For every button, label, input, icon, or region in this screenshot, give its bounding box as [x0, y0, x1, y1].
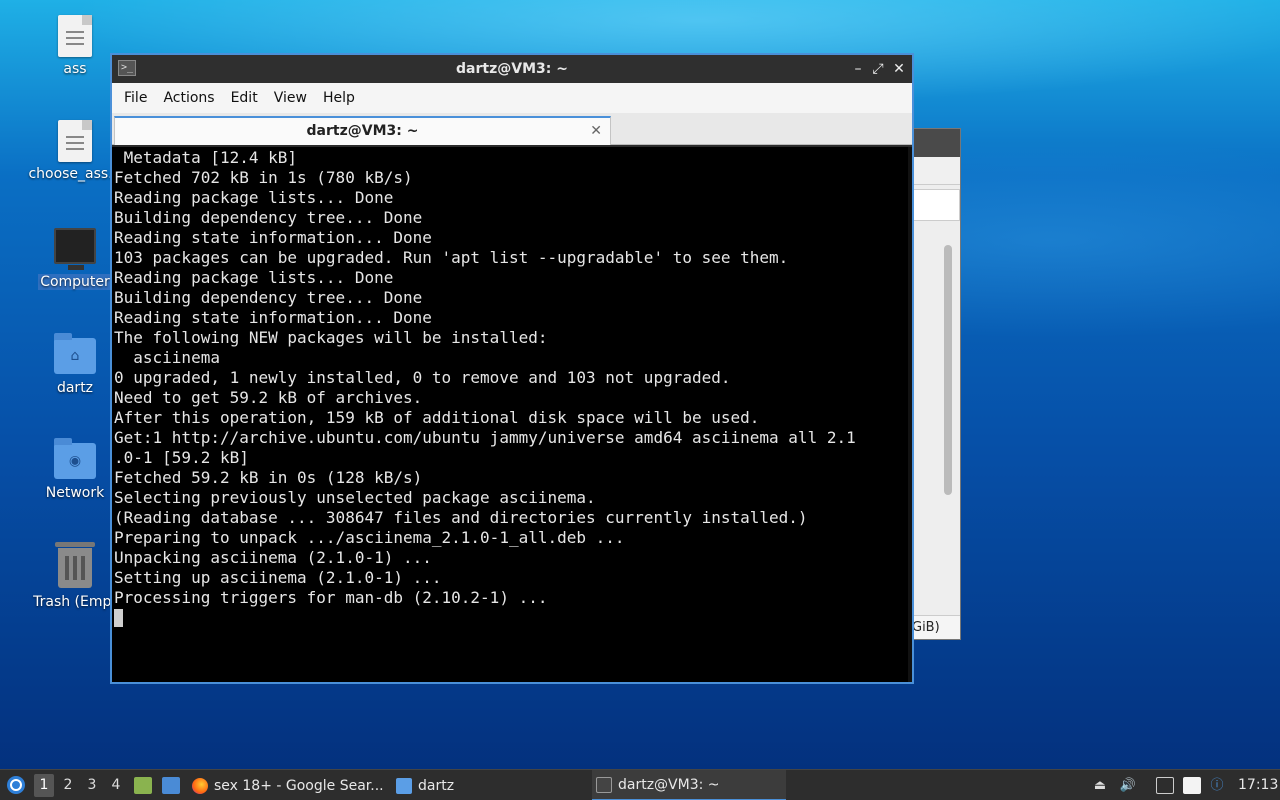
task-label: dartz — [418, 777, 455, 794]
desktop-icon-label: Trash (Empt — [33, 594, 117, 610]
eject-icon[interactable]: ⏏ — [1091, 777, 1109, 794]
window-titlebar[interactable]: >_ dartz@VM3: ~ – ⤢ ✕ — [112, 55, 912, 83]
terminal-line: Unpacking asciinema (2.1.0-1) ... — [114, 548, 432, 567]
desktop-icon-label: Network — [45, 485, 105, 501]
tab-close-icon[interactable]: ✕ — [590, 118, 602, 144]
terminal-line: Selecting previously unselected package … — [114, 488, 596, 507]
task-label: dartz@VM3: ~ — [618, 776, 720, 793]
terminal-line: Preparing to unpack .../asciinema_2.1.0-… — [114, 528, 625, 547]
tab-label: dartz@VM3: ~ — [306, 123, 419, 139]
network-icon[interactable] — [1156, 777, 1174, 794]
menu-bar: File Actions Edit View Help — [112, 83, 912, 113]
tab-terminal[interactable]: dartz@VM3: ~ ✕ — [114, 116, 611, 145]
desktop-icon-label: Computer — [38, 274, 112, 290]
update-notifier-icon[interactable]: ⓘ — [1208, 777, 1226, 794]
task-dartz-folder[interactable]: dartz — [396, 770, 586, 800]
task-label: sex 18+ - Google Sear... — [214, 777, 384, 794]
workspace-2[interactable]: 2 — [58, 774, 78, 797]
close-button[interactable]: ✕ — [889, 55, 909, 83]
terminal-line: Reading state information... Done — [114, 308, 432, 327]
text-file-icon — [58, 15, 92, 57]
task-terminal[interactable]: dartz@VM3: ~ — [592, 770, 786, 800]
workspace-3[interactable]: 3 — [82, 774, 102, 797]
desktop-icon-label: ass — [63, 61, 87, 77]
network-folder-icon: ◉ — [54, 438, 96, 479]
terminal-line: Fetched 702 kB in 1s (780 kB/s) — [114, 168, 413, 187]
menu-edit[interactable]: Edit — [223, 90, 266, 106]
desktop-icon-label: choose_ass.p — [28, 166, 122, 182]
terminal-line: Processing triggers for man-db (2.10.2-1… — [114, 588, 548, 607]
terminal-line: 103 packages can be upgraded. Run 'apt l… — [114, 248, 789, 267]
terminal-line: Fetched 59.2 kB in 0s (128 kB/s) — [114, 468, 423, 487]
background-window-scrollbar[interactable] — [944, 245, 952, 495]
computer-icon — [54, 228, 96, 270]
terminal-line: Building dependency tree... Done — [114, 208, 423, 227]
folder-icon — [396, 777, 412, 794]
menu-file[interactable]: File — [116, 90, 155, 106]
clock[interactable]: 17:13 — [1238, 770, 1278, 800]
text-file-icon — [58, 120, 92, 162]
window-title: dartz@VM3: ~ — [456, 61, 568, 77]
volume-icon[interactable]: 🔊 — [1119, 777, 1137, 794]
terminal-line: Metadata [12.4 kB] — [114, 148, 298, 167]
tab-bar: dartz@VM3: ~ ✕ — [112, 113, 912, 145]
terminal-line: Reading state information... Done — [114, 228, 432, 247]
desktop-icon-label: dartz — [56, 380, 94, 396]
terminal-line: Reading package lists... Done — [114, 268, 394, 287]
terminal-output[interactable]: Metadata [12.4 kB] Fetched 702 kB in 1s (… — [112, 147, 912, 682]
terminal-line: Building dependency tree... Done — [114, 288, 423, 307]
maximize-button[interactable]: ⤢ — [868, 55, 888, 83]
task-firefox[interactable]: sex 18+ - Google Sear... — [192, 770, 388, 800]
background-window-titlebar[interactable] — [906, 129, 960, 157]
menu-view[interactable]: View — [266, 90, 315, 106]
terminal-scrollbar[interactable] — [908, 147, 912, 682]
terminal-window[interactable]: >_ dartz@VM3: ~ – ⤢ ✕ File Actions Edit … — [110, 53, 914, 684]
terminal-icon — [596, 776, 612, 793]
terminal-line: .0-1 [59.2 kB] — [114, 448, 249, 467]
terminal-line: Need to get 59.2 kB of archives. — [114, 388, 423, 407]
menu-actions[interactable]: Actions — [155, 90, 222, 106]
terminal-line: Setting up asciinema (2.1.0-1) ... — [114, 568, 442, 587]
terminal-line: (Reading database ... 308647 files and d… — [114, 508, 808, 527]
terminal-line: After this operation, 159 kB of addition… — [114, 408, 760, 427]
minimize-button[interactable]: – — [848, 55, 868, 83]
start-menu-button[interactable] — [6, 774, 26, 797]
terminal-line: The following NEW packages will be insta… — [114, 328, 548, 347]
workspace-4[interactable]: 4 — [106, 774, 126, 797]
trash-icon — [55, 542, 95, 588]
taskbar: 1 2 3 4 sex 18+ - Google Sear... dartz d… — [0, 769, 1280, 800]
file-manager-launcher-icon[interactable] — [134, 777, 152, 794]
background-window-content — [912, 189, 960, 221]
clipboard-icon[interactable] — [1183, 777, 1201, 794]
lubuntu-logo-icon — [7, 776, 25, 794]
firefox-icon — [192, 777, 208, 794]
workspace-1[interactable]: 1 — [34, 774, 54, 797]
show-desktop-icon[interactable] — [162, 777, 180, 794]
terminal-line: asciinema — [114, 348, 220, 367]
menu-help[interactable]: Help — [315, 90, 363, 106]
home-folder-icon: ⌂ — [54, 333, 96, 374]
terminal-cursor — [114, 609, 123, 627]
terminal-line: Reading package lists... Done — [114, 188, 394, 207]
terminal-line: 0 upgraded, 1 newly installed, 0 to remo… — [114, 368, 731, 387]
terminal-line: Get:1 http://archive.ubuntu.com/ubuntu j… — [114, 428, 856, 447]
background-window-status: GiB) — [906, 615, 960, 639]
background-window-toolbar — [906, 157, 960, 185]
